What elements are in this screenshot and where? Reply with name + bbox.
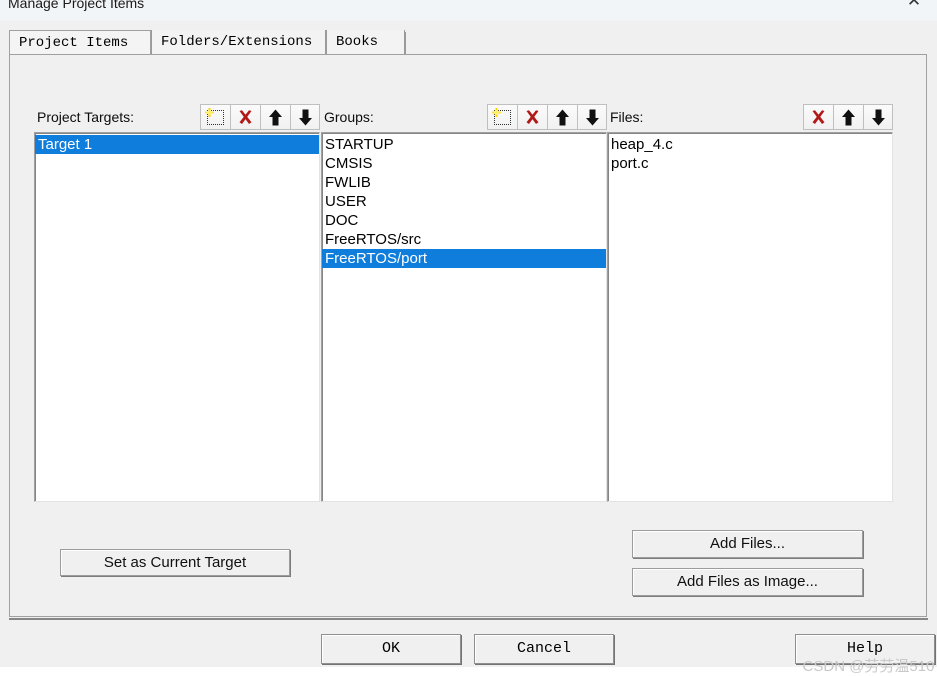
groups-toolbar bbox=[487, 104, 607, 130]
bottom-separator bbox=[9, 618, 928, 620]
targets-new-item-button[interactable] bbox=[200, 104, 230, 130]
groups-move-down-button[interactable] bbox=[577, 104, 607, 130]
new-item-icon bbox=[492, 108, 511, 125]
list-item[interactable]: DOC bbox=[322, 211, 606, 230]
groups-label: Groups: bbox=[324, 109, 374, 125]
dialog-client-area: Project Items Folders/Extensions Books P… bbox=[0, 21, 937, 675]
list-item[interactable]: Target 1 bbox=[35, 135, 319, 154]
manage-project-items-dialog: Manage Project Items ✕ Project Items Fol… bbox=[0, 0, 937, 675]
move-up-icon bbox=[548, 105, 577, 129]
project-targets-header: Project Targets: bbox=[34, 104, 320, 132]
project-targets-list[interactable]: Target 1 bbox=[34, 132, 320, 502]
new-item-icon bbox=[205, 108, 224, 125]
groups-move-up-button[interactable] bbox=[547, 104, 577, 130]
move-down-icon bbox=[578, 105, 606, 129]
tab-folders-extensions[interactable]: Folders/Extensions bbox=[151, 30, 326, 55]
files-label: Files: bbox=[610, 109, 644, 125]
tab-books[interactable]: Books bbox=[326, 30, 405, 55]
list-item[interactable]: port.c bbox=[608, 154, 892, 173]
tab-strip-end-divider bbox=[405, 32, 406, 54]
ok-button[interactable]: OK bbox=[321, 634, 461, 664]
list-item[interactable]: FWLIB bbox=[322, 173, 606, 192]
targets-move-down-button[interactable] bbox=[290, 104, 320, 130]
move-up-icon bbox=[834, 105, 863, 129]
delete-icon bbox=[804, 105, 833, 129]
project-targets-toolbar bbox=[200, 104, 320, 130]
groups-delete-button[interactable] bbox=[517, 104, 547, 130]
move-up-icon bbox=[261, 105, 290, 129]
delete-icon bbox=[231, 105, 260, 129]
groups-new-item-button[interactable] bbox=[487, 104, 517, 130]
tab-strip: Project Items Folders/Extensions Books bbox=[9, 30, 928, 55]
files-panel: Files: heap_4.c port.c bbox=[607, 104, 893, 502]
title-bar: Manage Project Items ✕ bbox=[0, 0, 937, 21]
set-as-current-target-button[interactable]: Set as Current Target bbox=[60, 549, 290, 576]
files-move-down-button[interactable] bbox=[863, 104, 893, 130]
list-item[interactable]: heap_4.c bbox=[608, 135, 892, 154]
targets-move-up-button[interactable] bbox=[260, 104, 290, 130]
list-item[interactable]: USER bbox=[322, 192, 606, 211]
files-delete-button[interactable] bbox=[803, 104, 833, 130]
list-item[interactable]: STARTUP bbox=[322, 135, 606, 154]
project-targets-label: Project Targets: bbox=[37, 109, 135, 125]
help-button-label: Help bbox=[846, 640, 883, 657]
groups-header: Groups: bbox=[321, 104, 607, 132]
files-toolbar bbox=[803, 104, 893, 130]
targets-delete-button[interactable] bbox=[230, 104, 260, 130]
cancel-button[interactable]: Cancel bbox=[474, 634, 614, 664]
list-item[interactable]: CMSIS bbox=[322, 154, 606, 173]
move-down-icon bbox=[864, 105, 892, 129]
move-down-icon bbox=[291, 105, 319, 129]
help-button[interactable]: Help bbox=[795, 634, 935, 664]
add-files-button[interactable]: Add Files... bbox=[632, 530, 863, 558]
list-item[interactable]: FreeRTOS/src bbox=[322, 230, 606, 249]
project-targets-panel: Project Targets: Target 1 bbox=[34, 104, 320, 502]
groups-panel: Groups: STARTUP CMSIS FWLIB USER DOC Fre… bbox=[321, 104, 607, 502]
close-icon[interactable]: ✕ bbox=[891, 0, 937, 16]
files-list[interactable]: heap_4.c port.c bbox=[607, 132, 893, 502]
list-item[interactable]: FreeRTOS/port bbox=[322, 249, 606, 268]
tab-project-items[interactable]: Project Items bbox=[9, 30, 151, 55]
window-title: Manage Project Items bbox=[8, 0, 145, 11]
groups-list[interactable]: STARTUP CMSIS FWLIB USER DOC FreeRTOS/sr… bbox=[321, 132, 607, 502]
add-files-as-image-button[interactable]: Add Files as Image... bbox=[632, 568, 863, 596]
delete-icon bbox=[518, 105, 547, 129]
files-move-up-button[interactable] bbox=[833, 104, 863, 130]
files-header: Files: bbox=[607, 104, 893, 132]
